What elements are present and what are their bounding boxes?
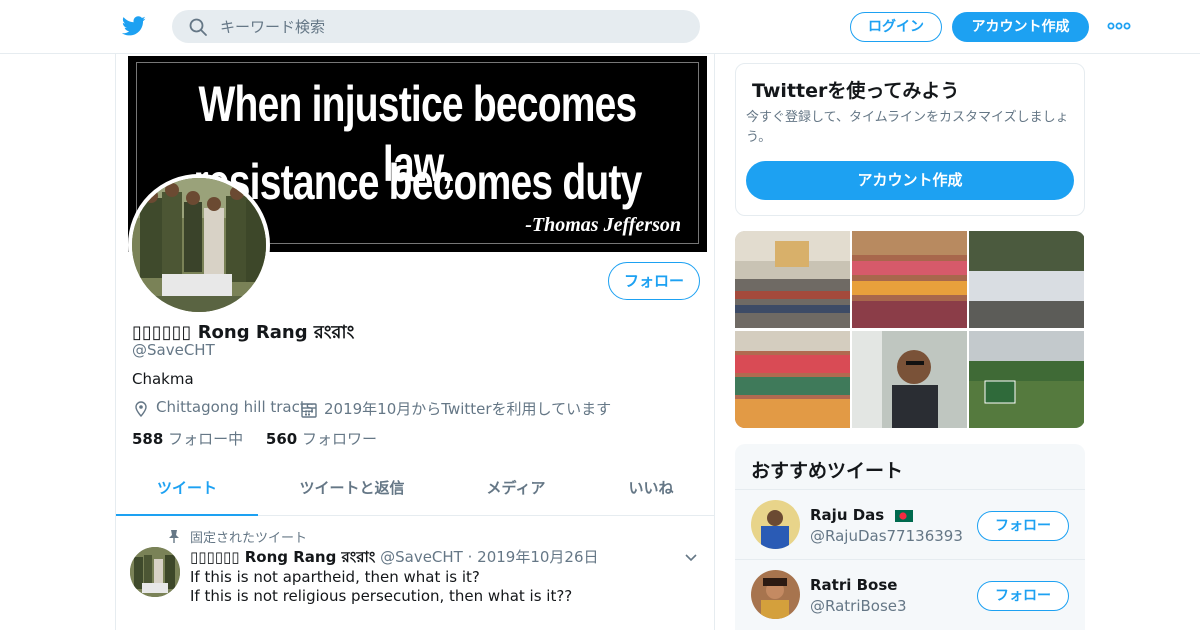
media-thumb[interactable] [852, 331, 967, 428]
search-box[interactable] [172, 10, 700, 43]
pinned-tweet[interactable]: 固定されたツイート ▯▯▯▯▯▯ Rong Rang রংরাং @SaveCH… [116, 517, 714, 630]
profile-tabs: ツイート ツイートと返信 メディア いいね [116, 468, 714, 516]
tab-tweets[interactable]: ツイート [116, 468, 258, 516]
tweet-avatar-photo [130, 547, 180, 597]
tweet-line-2: If this is not religious persecution, th… [190, 587, 573, 605]
recommendation-handle: @RajuDas77136393 [810, 527, 963, 545]
recommendations-title: おすすめツイート [751, 460, 904, 482]
profile-stats: 588 フォロー中 560 フォロワー [132, 428, 377, 449]
tab-media[interactable]: メディア [456, 468, 576, 516]
recommendation-name[interactable]: Ratri Bose [810, 576, 897, 594]
media-thumb[interactable] [735, 231, 850, 328]
follow-button[interactable]: フォロー [977, 581, 1069, 611]
follow-button[interactable]: フォロー [608, 262, 700, 300]
avatar-photo [132, 178, 266, 312]
tab-tweets-replies[interactable]: ツイートと返信 [280, 468, 424, 516]
signup-card: Twitterを使ってみよう 今すぐ登録して、タイムラインをカスタマイズしましょ… [735, 63, 1085, 216]
avatar[interactable] [751, 570, 800, 619]
following-count: 588 [132, 430, 164, 448]
signup-card-text: 今すぐ登録して、タイムラインをカスタマイズしましょう。 [746, 110, 1069, 145]
profile-handle: @SaveCHT [132, 341, 215, 359]
tweet-line-1: If this is not apartheid, then what is i… [190, 568, 480, 586]
banner-quote-author: -Thomas Jefferson [525, 214, 681, 236]
tweet-avatar[interactable] [130, 547, 180, 597]
search-icon [189, 18, 207, 36]
recommendation-item[interactable]: Ratri Bose @RatriBose3 フォロー [735, 560, 1085, 630]
following-label: フォロー中 [168, 430, 244, 448]
login-button[interactable]: ログイン [850, 12, 942, 42]
pinned-label: 固定されたツイート [190, 531, 308, 546]
media-thumb[interactable] [735, 331, 850, 428]
search-input[interactable] [220, 14, 680, 39]
location-pin-icon [135, 401, 147, 418]
media-thumb[interactable] [969, 331, 1084, 428]
media-thumb[interactable] [852, 231, 967, 328]
tweet-handle-date[interactable]: @SaveCHT · 2019年10月26日 [380, 548, 598, 566]
tweet-author-name[interactable]: ▯▯▯▯▯▯ Rong Rang রংরাং [190, 548, 375, 566]
signup-button[interactable]: アカウント作成 [952, 12, 1089, 42]
signup-card-button[interactable]: アカウント作成 [746, 161, 1074, 200]
tweet-text: If this is not apartheid, then what is i… [190, 568, 690, 606]
recommendation-name-text: Raju Das [810, 506, 885, 524]
recommendations-panel: おすすめツイート Raju Das @RajuDas77136393 フォロー … [735, 444, 1085, 630]
bangladesh-flag-icon [895, 509, 914, 522]
calendar-icon [301, 403, 317, 418]
profile-location: Chittagong hill tracts [156, 398, 314, 416]
media-thumb[interactable] [969, 231, 1084, 328]
top-bar: ログイン アカウント作成 [0, 0, 1200, 54]
media-grid [735, 231, 1085, 428]
signup-card-title: Twitterを使ってみよう [752, 80, 960, 102]
profile-bio: Chakma [132, 370, 194, 388]
banner-quote-line-2: resistance becomes duty [193, 154, 642, 210]
avatar[interactable] [751, 500, 800, 549]
recommendation-item[interactable]: Raju Das @RajuDas77136393 フォロー [735, 490, 1085, 560]
chevron-down-icon[interactable] [684, 553, 698, 563]
follow-button[interactable]: フォロー [977, 511, 1069, 541]
twitter-bird-icon[interactable] [120, 14, 148, 38]
profile-avatar[interactable] [128, 174, 270, 316]
profile-column: When injustice becomes law, resistance b… [115, 54, 715, 630]
recommendation-handle: @RatriBose3 [810, 597, 907, 615]
followers-count: 560 [265, 430, 298, 448]
recommendation-name[interactable]: Raju Das [810, 506, 914, 524]
followers-stat[interactable]: 560 フォロワー [266, 430, 377, 448]
more-dots-icon[interactable] [1107, 18, 1131, 34]
tab-likes[interactable]: いいね [606, 468, 696, 516]
followers-label: フォロワー [301, 430, 377, 448]
following-stat[interactable]: 588 フォロー中 [132, 430, 243, 448]
profile-join-date: 2019年10月からTwitterを利用しています [324, 400, 612, 418]
pin-icon [169, 530, 179, 543]
